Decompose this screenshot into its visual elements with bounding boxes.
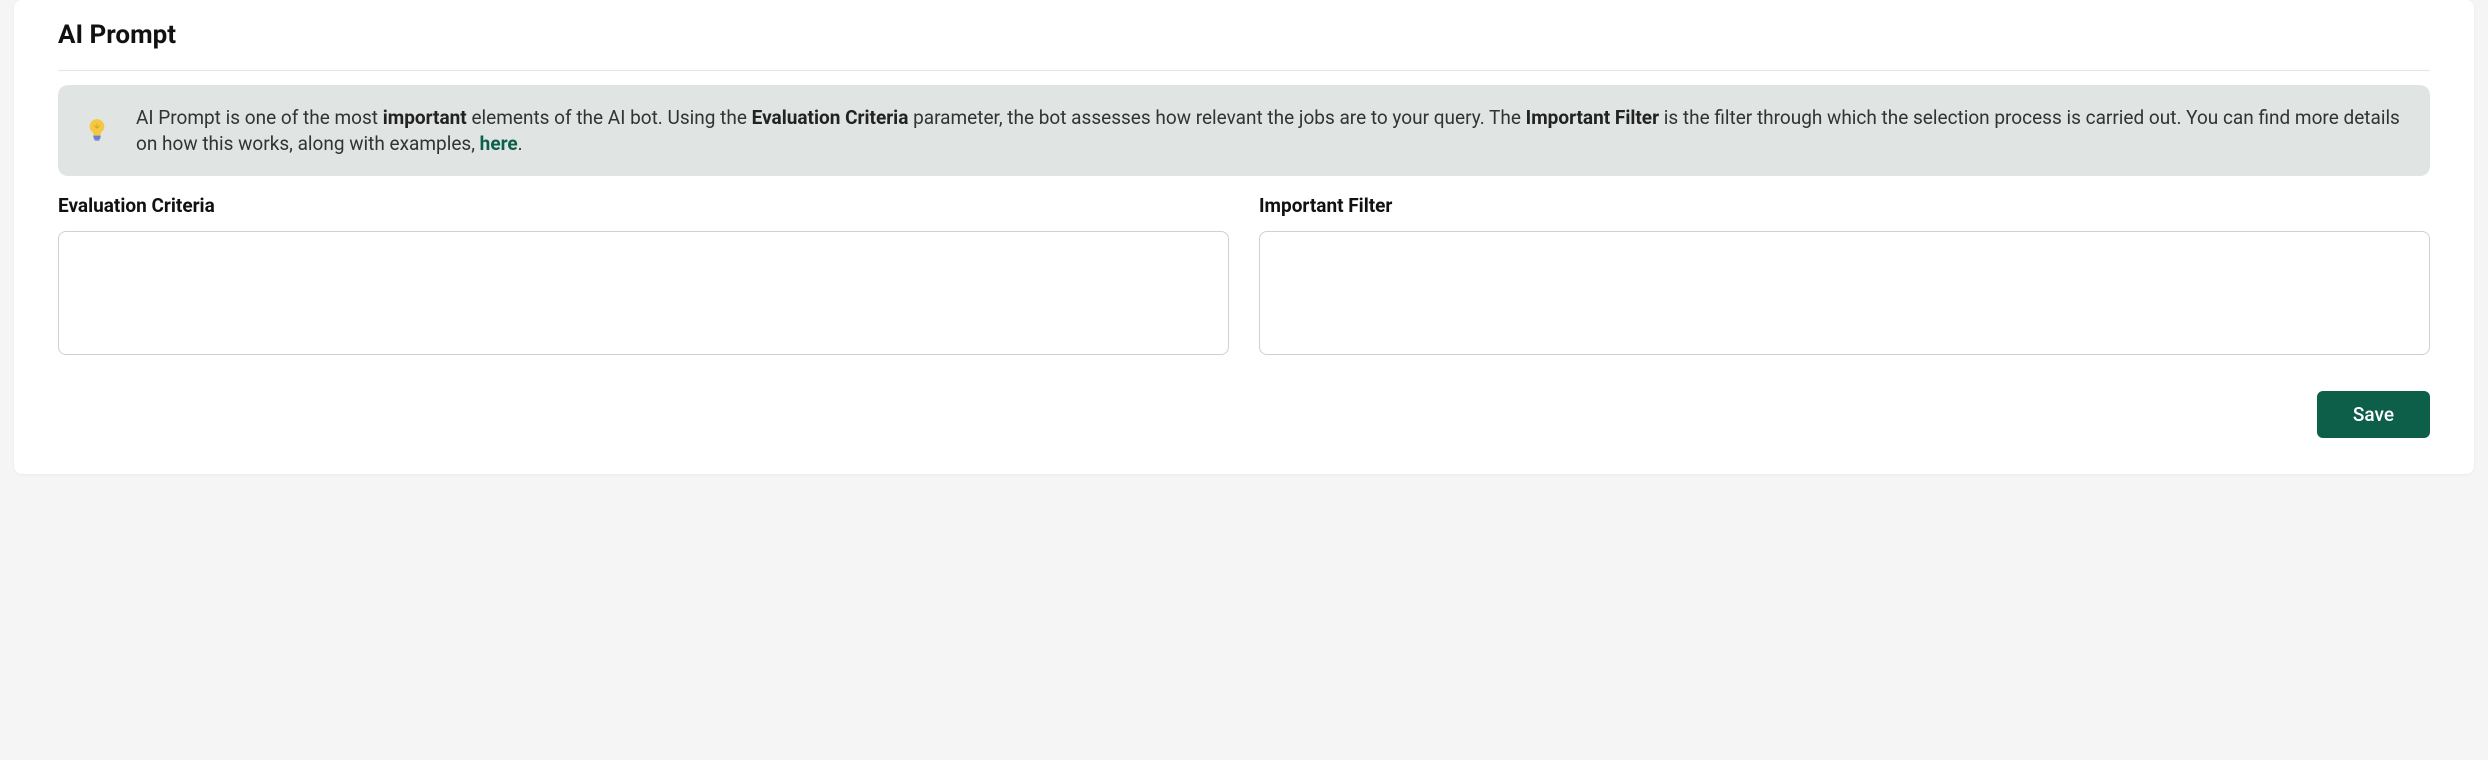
lightbulb-icon (86, 117, 108, 145)
important-filter-label: Important Filter (1259, 194, 2430, 217)
info-text: AI Prompt is one of the most important e… (136, 105, 2402, 156)
ai-prompt-card: AI Prompt AI Prompt is one of the most i… (14, 0, 2474, 474)
evaluation-criteria-input[interactable] (58, 231, 1229, 355)
evaluation-criteria-group: Evaluation Criteria (58, 194, 1229, 355)
fields-row: Evaluation Criteria Important Filter (58, 194, 2430, 355)
important-filter-group: Important Filter (1259, 194, 2430, 355)
here-link[interactable]: here (480, 132, 518, 155)
button-row: Save (58, 391, 2430, 438)
info-box: AI Prompt is one of the most important e… (58, 85, 2430, 176)
evaluation-criteria-label: Evaluation Criteria (58, 194, 1229, 217)
important-filter-input[interactable] (1259, 231, 2430, 355)
save-button[interactable]: Save (2317, 391, 2430, 438)
section-title: AI Prompt (58, 20, 2430, 71)
